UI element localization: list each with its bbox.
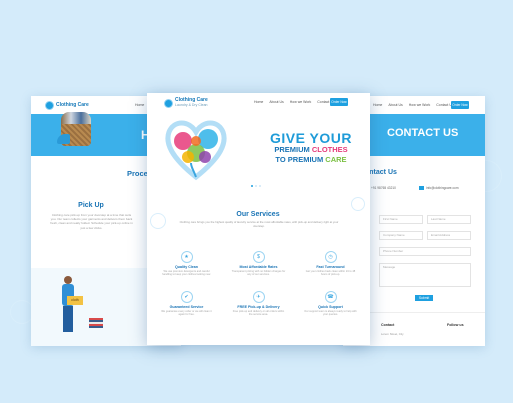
pickup-title: Pick Up <box>78 202 104 209</box>
nav-link-how-we-work[interactable]: How we Work <box>409 103 431 107</box>
email-field[interactable]: Email Address <box>427 231 471 240</box>
nav-link-about[interactable]: About Us <box>269 100 283 104</box>
service-item: ☎ Quick Support Our support team is always… <box>303 291 358 317</box>
brand-logo[interactable]: Clothing Care Laundry & Dry Clean <box>164 98 208 108</box>
nav-link-about[interactable]: About Us <box>388 103 402 107</box>
brand-name: Clothing Care <box>56 102 89 108</box>
first-name-field[interactable]: First Name <box>379 215 423 224</box>
last-name-field[interactable]: Last Name <box>427 215 471 224</box>
company-field[interactable]: Company Name <box>379 231 423 240</box>
headset-icon: ☎ <box>324 291 337 303</box>
services-title: Our Services <box>236 211 280 218</box>
hero-section: GIVE YOUR PREMIUM CLOTHES TO PREMIUM CAR… <box>147 113 370 187</box>
shirt-icon: ★ <box>180 251 193 263</box>
nav-link-home[interactable]: Home <box>373 103 382 107</box>
service-description: We use premium detergents and careful ha… <box>162 270 211 277</box>
service-description: We guarantee every order or we will clea… <box>161 310 212 317</box>
delivery-person-icon <box>61 276 75 336</box>
nav-link-how-we-work[interactable]: How we Work <box>290 100 312 104</box>
carousel-dot[interactable] <box>259 185 261 187</box>
brand-logo[interactable]: Clothing Care <box>45 101 89 110</box>
services-intro: Clothing care brings you the highest qua… <box>179 220 339 228</box>
contact-hero-title: CONTACT US <box>387 127 459 139</box>
main-navbar: Clothing Care Laundry & Dry Clean Home A… <box>147 93 370 113</box>
iron-icon <box>57 134 70 144</box>
logo-icon <box>45 101 54 110</box>
order-now-button[interactable]: Order Now <box>330 98 348 106</box>
submit-button[interactable]: Submit <box>415 295 433 301</box>
footer-contact-heading: Contact <box>381 323 395 327</box>
service-name: FREE Pick-up & Delivery <box>237 305 280 309</box>
service-name: Fast Turnaround <box>316 265 345 269</box>
service-name: Quality Clean <box>175 265 198 269</box>
colorful-heart-icon <box>165 120 227 181</box>
service-name: Guaranteed Service <box>169 305 204 309</box>
service-item: ✈ FREE Pick-up & Delivery Free pick-up and… <box>231 291 286 317</box>
service-item: $ Most Affordable Rates Transparent pricin… <box>231 251 286 277</box>
carousel-dot[interactable] <box>251 185 253 187</box>
message-field[interactable]: Message <box>379 263 471 287</box>
logo-icon <box>164 98 173 108</box>
pickup-text: Clothing care pick-up from your doorstep… <box>50 213 133 230</box>
decorative-bubble <box>351 197 365 211</box>
service-description: Free pick-up and delivery on all orders … <box>232 310 285 317</box>
service-item: ◷ Fast Turnaround Get your clothes back cl… <box>303 251 358 277</box>
badge-icon: ✔ <box>180 291 193 303</box>
truck-icon: ✈ <box>252 291 265 303</box>
hero-line-3a: TO PREMIUM <box>275 155 326 164</box>
phone-number: +91 98765 43210 <box>370 186 396 190</box>
service-description: Transparent pricing with no hidden charg… <box>231 270 286 277</box>
email-row: info@clothingcare.com <box>419 186 458 190</box>
carousel-dot[interactable] <box>255 185 257 187</box>
service-name: Quick Support <box>318 305 343 309</box>
center-page-screenshot: Clothing Care Laundry & Dry Clean Home A… <box>147 93 370 345</box>
hero-line-3b: CARE <box>325 155 347 164</box>
hero-line-1: GIVE YOUR <box>269 130 353 146</box>
phone-field[interactable]: Phone Number <box>379 247 471 256</box>
decorative-bubble <box>150 213 166 229</box>
service-description: Our support team is always ready to help… <box>304 310 357 317</box>
cloth-box: cloth <box>67 296 83 305</box>
footer-follow-heading: Follow us <box>447 323 464 327</box>
service-item: ★ Quality Clean We use premium detergents … <box>159 251 214 277</box>
nav-link-home[interactable]: Home <box>135 103 144 107</box>
carousel-dots[interactable] <box>251 185 261 187</box>
service-description: Get your clothes back clean within 24 to… <box>305 270 356 277</box>
email-icon <box>419 186 424 190</box>
email-address: info@clothingcare.com <box>426 186 459 190</box>
service-name: Most Affordable Rates <box>239 265 278 269</box>
brand-tagline: Laundry & Dry Clean <box>175 103 208 107</box>
hero-line-2a: PREMIUM <box>274 145 312 154</box>
nav-link-home[interactable]: Home <box>254 100 263 104</box>
hero-line-2b: CLOTHES <box>311 145 348 154</box>
hero-headline: GIVE YOUR PREMIUM CLOTHES TO PREMIUM CAR… <box>257 131 365 164</box>
clock-icon: ◷ <box>324 251 337 263</box>
laundry-basket-image <box>57 112 95 148</box>
service-item: ✔ Guaranteed Service We guarantee every or… <box>159 291 214 317</box>
clothes-stack <box>89 318 103 328</box>
price-tag-icon: $ <box>252 251 265 263</box>
order-now-button[interactable]: Order Now <box>451 101 469 109</box>
footer-address: Lorem Street, City <box>381 332 404 336</box>
